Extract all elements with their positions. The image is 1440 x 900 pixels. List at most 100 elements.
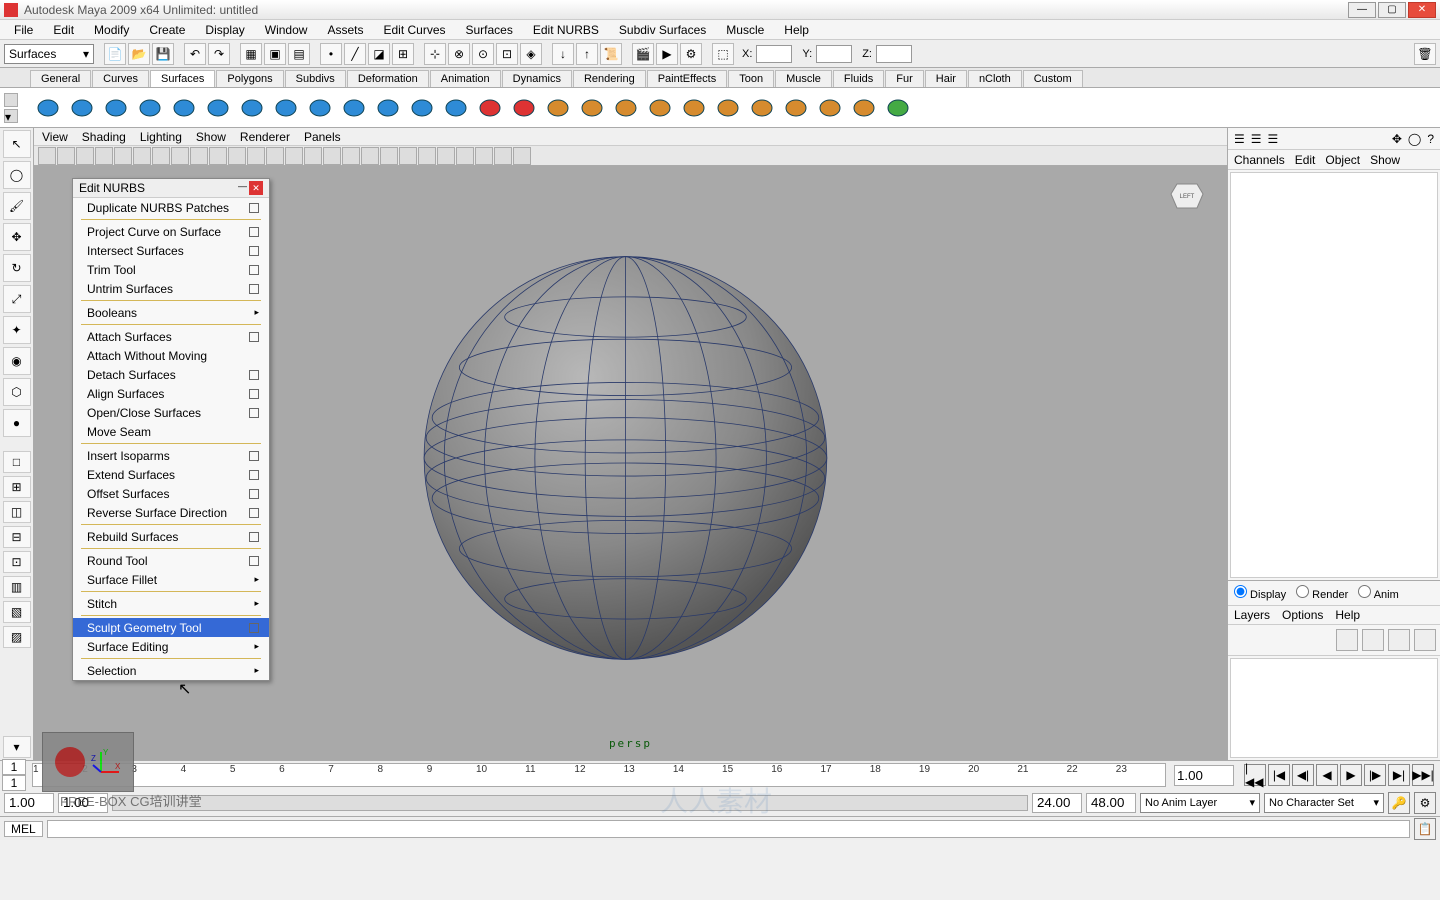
shelf-tab-fluids[interactable]: Fluids	[833, 70, 884, 87]
menu-display[interactable]: Display	[195, 23, 254, 37]
two-pane-h-icon[interactable]: ⊟	[3, 526, 31, 548]
cb-tab-channels[interactable]: Channels	[1234, 153, 1285, 167]
shelf-menu-icon[interactable]	[4, 93, 18, 107]
anim-layer-select[interactable]: No Anim Layer▾	[1140, 793, 1260, 813]
paint-select-tool-icon[interactable]: 🖌	[3, 192, 31, 220]
cb-tab-object[interactable]: Object	[1325, 153, 1360, 167]
show-manip-tool-icon[interactable]: ⬡	[3, 378, 31, 406]
single-pane-icon[interactable]: □	[3, 451, 31, 473]
shelf-item-21[interactable]	[746, 92, 778, 124]
panel-tool-25[interactable]	[513, 147, 531, 165]
panel-tool-12[interactable]	[266, 147, 284, 165]
hypershade-icon[interactable]: ▨	[3, 626, 31, 648]
two-pane-v-icon[interactable]: ◫	[3, 501, 31, 523]
shelf-tab-muscle[interactable]: Muscle	[775, 70, 832, 87]
menu-item-offset-surfaces[interactable]: Offset Surfaces	[73, 484, 269, 503]
shelf-item-19[interactable]	[678, 92, 710, 124]
menu-item-booleans[interactable]: Booleans▸	[73, 303, 269, 322]
option-box-icon[interactable]	[249, 451, 259, 461]
move-tool-icon[interactable]: ✥	[3, 223, 31, 251]
shelf-item-7[interactable]	[270, 92, 302, 124]
option-box-icon[interactable]	[249, 508, 259, 518]
option-box-icon[interactable]	[249, 489, 259, 499]
maximize-button[interactable]: ▢	[1378, 2, 1406, 18]
shelf-tab-toon[interactable]: Toon	[728, 70, 774, 87]
panel-tool-16[interactable]	[342, 147, 360, 165]
range-end-input[interactable]	[1032, 793, 1082, 813]
shelf-item-10[interactable]	[372, 92, 404, 124]
shelf-item-14[interactable]	[508, 92, 540, 124]
layer-radio-display[interactable]: Display	[1234, 585, 1286, 601]
construction-history-icon[interactable]: 📜	[600, 43, 622, 65]
shelf-item-5[interactable]	[202, 92, 234, 124]
layer-new-empty-icon[interactable]	[1362, 629, 1384, 651]
soft-mod-tool-icon[interactable]: ◉	[3, 347, 31, 375]
shelf-item-3[interactable]	[134, 92, 166, 124]
redo-icon[interactable]: ↷	[208, 43, 230, 65]
layer-new-icon[interactable]	[1336, 629, 1358, 651]
play-forward-icon[interactable]: ▶	[1340, 764, 1362, 786]
viewcube[interactable]: LEFT	[1167, 176, 1207, 216]
menu-item-rebuild-surfaces[interactable]: Rebuild Surfaces	[73, 527, 269, 546]
graph-persp-icon[interactable]: ▧	[3, 601, 31, 623]
panel-tool-7[interactable]	[171, 147, 189, 165]
panel-tool-18[interactable]	[380, 147, 398, 165]
menu-subdiv-surfaces[interactable]: Subdiv Surfaces	[609, 23, 716, 37]
range-slider[interactable]	[112, 795, 1028, 811]
layer-radio-anim[interactable]: Anim	[1358, 585, 1399, 601]
option-box-icon[interactable]	[249, 284, 259, 294]
close-button[interactable]: ✕	[1408, 2, 1436, 18]
menu-window[interactable]: Window	[255, 23, 318, 37]
x-input[interactable]	[756, 45, 792, 63]
save-scene-icon[interactable]: 💾	[152, 43, 174, 65]
layer-menu-options[interactable]: Options	[1282, 608, 1323, 622]
shelf-item-4[interactable]	[168, 92, 200, 124]
shelf-item-18[interactable]	[644, 92, 676, 124]
select-edge-icon[interactable]: ╱	[344, 43, 366, 65]
list-medium-icon[interactable]: ☰	[1251, 132, 1262, 146]
layer-menu-layers[interactable]: Layers	[1234, 608, 1270, 622]
panel-tool-13[interactable]	[285, 147, 303, 165]
panel-tool-21[interactable]	[437, 147, 455, 165]
menu-item-round-tool[interactable]: Round Tool	[73, 551, 269, 570]
panel-tool-22[interactable]	[456, 147, 474, 165]
go-end-icon[interactable]: ▶▶|	[1412, 764, 1434, 786]
shelf-item-20[interactable]	[712, 92, 744, 124]
select-face-icon[interactable]: ◪	[368, 43, 390, 65]
menu-item-extend-surfaces[interactable]: Extend Surfaces	[73, 465, 269, 484]
step-forward-key-icon[interactable]: ▶|	[1388, 764, 1410, 786]
shelf-tab-rendering[interactable]: Rendering	[573, 70, 646, 87]
undo-icon[interactable]: ↶	[184, 43, 206, 65]
list-narrow-icon[interactable]: ☰	[1234, 132, 1245, 146]
menu-item-surface-fillet[interactable]: Surface Fillet▸	[73, 570, 269, 589]
shelf-tab-painteffects[interactable]: PaintEffects	[647, 70, 728, 87]
open-scene-icon[interactable]: 📂	[128, 43, 150, 65]
menu-minimize-icon[interactable]: —	[238, 181, 247, 195]
shelf-item-0[interactable]	[32, 92, 64, 124]
menu-edit[interactable]: Edit	[43, 23, 84, 37]
shelf-item-13[interactable]	[474, 92, 506, 124]
range-end2-input[interactable]	[1086, 793, 1136, 813]
step-back-key-icon[interactable]: |◀	[1268, 764, 1290, 786]
lasso-tool-icon[interactable]: ◯	[3, 161, 31, 189]
option-box-icon[interactable]	[249, 532, 259, 542]
shelf-tab-ncloth[interactable]: nCloth	[968, 70, 1022, 87]
shelf-item-1[interactable]	[66, 92, 98, 124]
ipr-render-icon[interactable]: ▶	[656, 43, 678, 65]
menu-item-open-close-surfaces[interactable]: Open/Close Surfaces	[73, 403, 269, 422]
snap-point-icon[interactable]: ⊙	[472, 43, 494, 65]
option-box-icon[interactable]	[249, 470, 259, 480]
render-frame-icon[interactable]: 🎬	[632, 43, 654, 65]
menu-item-detach-surfaces[interactable]: Detach Surfaces	[73, 365, 269, 384]
panel-tool-6[interactable]	[152, 147, 170, 165]
shelf-item-25[interactable]	[882, 92, 914, 124]
minimize-button[interactable]: —	[1348, 2, 1376, 18]
panel-tool-11[interactable]	[247, 147, 265, 165]
y-input[interactable]	[816, 45, 852, 63]
panel-menu-panels[interactable]: Panels	[304, 130, 341, 144]
menu-file[interactable]: File	[4, 23, 43, 37]
range-start-input[interactable]	[4, 793, 54, 813]
panel-tool-10[interactable]	[228, 147, 246, 165]
shelf-tab-surfaces[interactable]: Surfaces	[150, 70, 215, 87]
menu-item-selection[interactable]: Selection▸	[73, 661, 269, 680]
